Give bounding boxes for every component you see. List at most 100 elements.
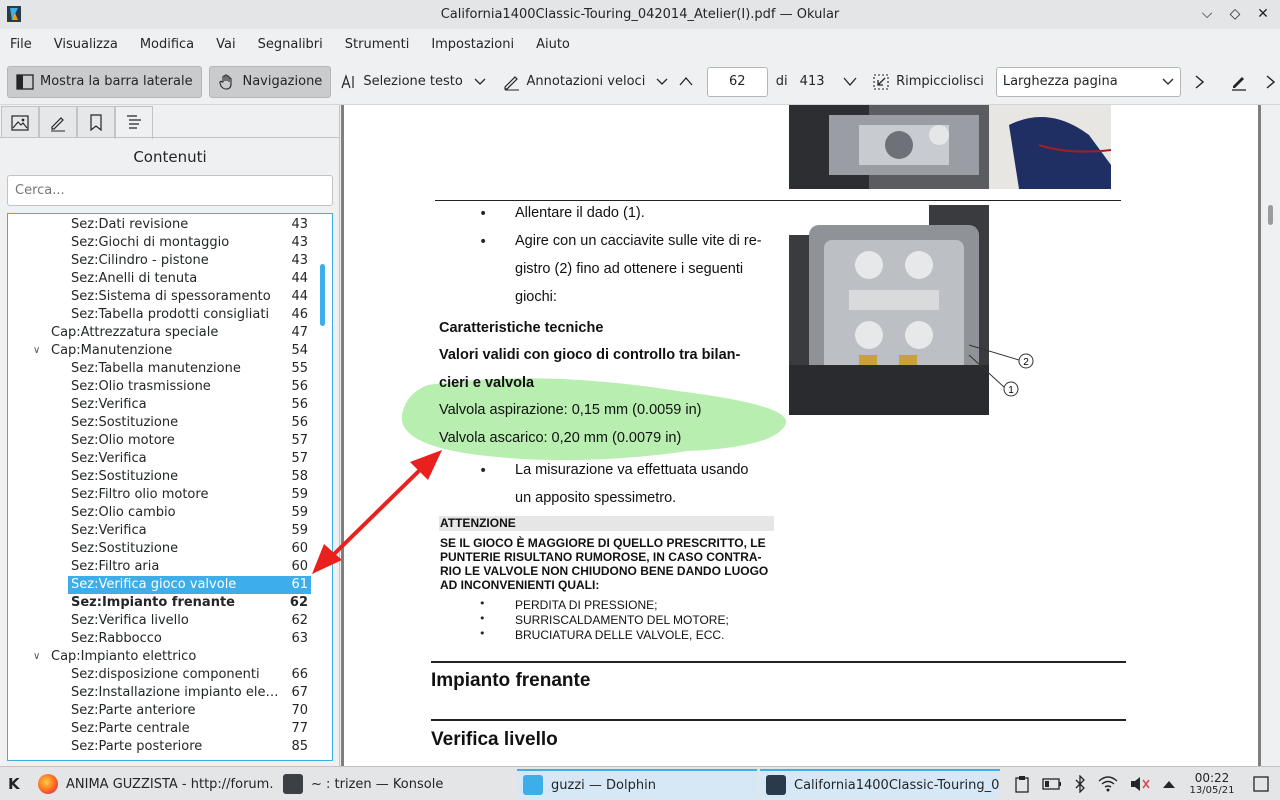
chevron-down-icon[interactable]: ∨: [33, 342, 40, 360]
wifi-icon[interactable]: [1098, 776, 1118, 792]
menu-edit[interactable]: Modifica: [140, 37, 194, 52]
toc-item[interactable]: Sez:Verifica gioco valvole 61: [8, 576, 312, 594]
toc-item[interactable]: ∨ Cap:Manutenzione 54: [8, 342, 312, 360]
doc-specs-line-1: Valori validi con gioco di controllo tra…: [439, 347, 741, 363]
zoom-out-button[interactable]: Rimpicciolisci: [864, 66, 992, 98]
toc-item[interactable]: Sez:Dati revisione 43: [8, 216, 312, 234]
toc-item[interactable]: Sez:Giochi di montaggio 43: [8, 234, 312, 252]
chevron-down-icon: [1162, 78, 1174, 85]
document-scrollbar[interactable]: [1261, 105, 1280, 766]
tab-contents[interactable]: [115, 106, 153, 139]
toc-item-label: Sez:Giochi di montaggio: [71, 235, 230, 250]
contents-search-input[interactable]: [7, 175, 333, 206]
browse-tool-button[interactable]: Navigazione: [209, 65, 332, 98]
volume-muted-icon[interactable]: [1130, 776, 1150, 792]
menu-settings[interactable]: Impostazioni: [431, 37, 514, 52]
toc-item-page: 62: [289, 595, 308, 610]
text-select-button[interactable]: Selezione testo: [331, 66, 471, 98]
document-view[interactable]: 2 1 • Allentare il dado (1). • Agire con…: [341, 105, 1280, 766]
menu-help[interactable]: Aiuto: [536, 37, 570, 52]
toc-item-label: Sez:disposizione componenti: [71, 667, 260, 682]
toc-item[interactable]: Sez:Sostituzione 56: [8, 414, 312, 432]
menu-bookmarks[interactable]: Segnalibri: [258, 37, 323, 52]
toc-item-label: Sez:Anelli di tenuta: [71, 271, 198, 286]
tab-annotations[interactable]: [39, 106, 77, 138]
main-toolbar: Mostra la barra laterale Navigazione Sel…: [0, 59, 1280, 105]
show-desktop-icon[interactable]: [1253, 776, 1269, 792]
tab-bookmarks[interactable]: [77, 106, 115, 138]
application-launcher-icon[interactable]: K: [8, 775, 20, 793]
annotate-pen-icon[interactable]: [1217, 73, 1260, 91]
previous-page-icon[interactable]: [671, 77, 701, 86]
task-firefox[interactable]: ANIMA GUZZISTA - http://forum...: [32, 769, 274, 799]
menu-view[interactable]: Visualizza: [54, 37, 118, 52]
toc-item[interactable]: Cap:Attrezzatura speciale 47: [8, 324, 312, 342]
menu-file[interactable]: File: [10, 37, 32, 52]
toc-item[interactable]: Sez:Tabella manutenzione 55: [8, 360, 312, 378]
menu-tools[interactable]: Strumenti: [345, 37, 410, 52]
toc-item[interactable]: Sez:Parte anteriore 70: [8, 702, 312, 720]
toc-item[interactable]: Sez:Rabbocco 63: [8, 630, 312, 648]
toc-item[interactable]: Sez:Parte centrale 77: [8, 720, 312, 738]
doc-specs-line-2: cieri e valvola: [439, 375, 535, 391]
toc-item[interactable]: Sez:Sistema di spessoramento 44: [8, 288, 312, 306]
toc-item-label: Cap:Impianto elettrico: [51, 649, 197, 664]
toc-item-page: 55: [291, 361, 308, 376]
text-select-dropdown-icon[interactable]: [471, 78, 489, 86]
next-page-icon[interactable]: [837, 77, 865, 86]
toc-item[interactable]: Sez:Filtro aria 60: [8, 558, 312, 576]
menu-go[interactable]: Vai: [216, 37, 235, 52]
quick-annotations-button[interactable]: Annotazioni veloci: [495, 66, 654, 98]
toc-item[interactable]: Sez:Olio motore 57: [8, 432, 312, 450]
task-okular[interactable]: California1400Classic-Touring_0...: [760, 769, 1000, 799]
annotations-dropdown-icon[interactable]: [653, 78, 671, 86]
show-sidebar-button[interactable]: Mostra la barra laterale: [7, 65, 202, 98]
toolbar-overflow-icon[interactable]: [1181, 74, 1217, 89]
toc-item[interactable]: Sez:Olio trasmissione 56: [8, 378, 312, 396]
clock[interactable]: 00:22 13/05/21: [1184, 772, 1240, 797]
toc-item-page: 63: [291, 631, 308, 646]
doc-bullet-adjust-3: giochi:: [515, 289, 557, 305]
maximize-icon[interactable]: ◇: [1226, 4, 1244, 24]
battery-icon[interactable]: [1042, 777, 1062, 791]
tray-expand-icon[interactable]: [1162, 779, 1176, 789]
contents-tree[interactable]: Sez:Dati revisione 43 Sez:Giochi di montag…: [7, 213, 333, 761]
toolbar-more-icon[interactable]: [1260, 74, 1280, 89]
bluetooth-icon[interactable]: [1074, 775, 1086, 793]
task-dolphin[interactable]: guzzi — Dolphin: [517, 769, 757, 799]
page-number-input[interactable]: 62: [706, 66, 768, 97]
doc-attention-bullet-2: SURRISCALDAMENTO DEL MOTORE;: [515, 613, 729, 627]
toc-item-label: Sez:Olio cambio: [71, 505, 176, 520]
tab-thumbnails[interactable]: [1, 106, 39, 138]
toc-item[interactable]: Sez:Sostituzione 58: [8, 468, 312, 486]
clipboard-icon[interactable]: [1014, 775, 1030, 793]
toc-item-page: 62: [291, 613, 308, 628]
close-icon[interactable]: ✕: [1254, 4, 1272, 24]
toc-item-page: 44: [291, 289, 308, 304]
window-title: California1400Classic-Touring_042014_Ate…: [440, 7, 840, 22]
toc-item[interactable]: Sez:Installazione impianto elettri... 67: [8, 684, 312, 702]
chevron-down-icon[interactable]: ∨: [33, 648, 40, 666]
toc-item[interactable]: Sez:Parte posteriore 85: [8, 738, 312, 756]
toc-item-label: Sez:Installazione impianto elettri...: [71, 685, 281, 700]
tree-scrollbar-thumb[interactable]: [320, 264, 325, 326]
toc-item[interactable]: Sez:Verifica livello 62: [8, 612, 312, 630]
toc-item[interactable]: Sez:Sostituzione 60: [8, 540, 312, 558]
toc-item[interactable]: Sez:Filtro olio motore 59: [8, 486, 312, 504]
toc-item[interactable]: Sez:Verifica 59: [8, 522, 312, 540]
toc-item[interactable]: Sez:Verifica 57: [8, 450, 312, 468]
toc-item[interactable]: Sez:Cilindro - pistone 43: [8, 252, 312, 270]
minimize-icon[interactable]: ⌵: [1198, 4, 1216, 24]
toc-item[interactable]: ∨ Cap:Impianto elettrico: [8, 648, 312, 666]
zoom-mode-select[interactable]: Larghezza pagina: [995, 66, 1182, 97]
task-konsole[interactable]: ~ : trizen — Konsole: [277, 769, 513, 799]
toc-item[interactable]: Sez:Anelli di tenuta 44: [8, 270, 312, 288]
taskbar: K ANIMA GUZZISTA - http://forum... ~ : t…: [0, 766, 1280, 800]
toc-item[interactable]: Sez:Tabella prodotti consigliati 46: [8, 306, 312, 324]
red-double-arrow: [312, 450, 442, 574]
doc-attention-line-4: AD INCONVENIENTI QUALI:: [440, 578, 600, 592]
toc-item[interactable]: Sez:Verifica 56: [8, 396, 312, 414]
toc-item[interactable]: Sez:Olio cambio 59: [8, 504, 312, 522]
toc-item[interactable]: Sez:Impianto frenante 62: [8, 594, 312, 612]
toc-item[interactable]: Sez:disposizione componenti 66: [8, 666, 312, 684]
